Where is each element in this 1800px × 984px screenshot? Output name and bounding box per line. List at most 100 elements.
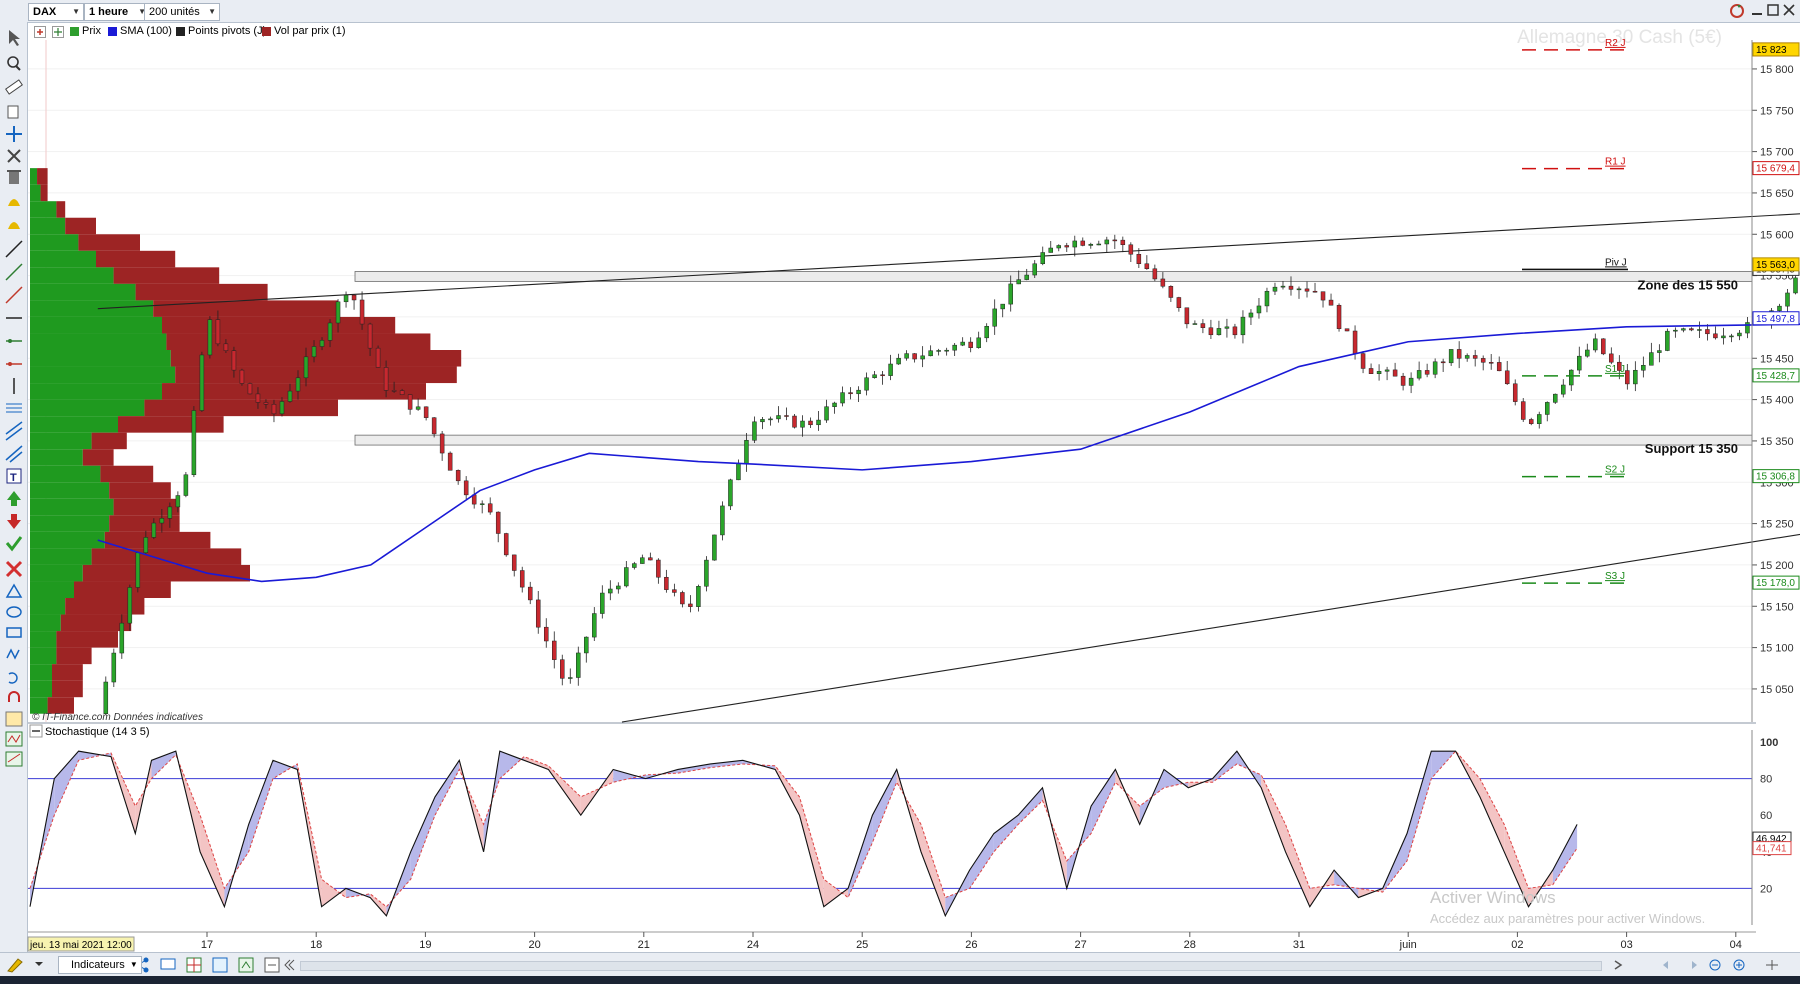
candle-up [928,350,933,357]
compare-icon[interactable] [212,957,228,973]
y-tick-label: 15 750 [1760,105,1794,117]
zone-label: Support 15 350 [1645,441,1738,456]
volume-bar-up [30,283,136,301]
candle-up [1008,283,1013,305]
x-tick-label: 31 [1293,939,1305,951]
volume-bar-down [52,680,83,698]
scroll-left-icon[interactable] [282,959,296,971]
candle-up [1577,355,1582,371]
candle-down [1472,355,1478,359]
candle-down [1713,333,1718,339]
candle-up [1633,369,1638,385]
fit-icon[interactable] [1764,958,1780,972]
candle-up [592,613,597,638]
redo-icon[interactable] [1684,958,1700,972]
volume-bar-up [30,383,162,400]
grid-icon[interactable] [186,957,202,973]
volume-bar-down [96,250,176,268]
candle-down [1344,328,1350,332]
chat-icon[interactable] [160,957,176,973]
candle-up [568,677,573,679]
candle-up [1248,312,1254,318]
indicators-button[interactable]: Indicateurs ▼ [58,956,142,974]
pivot-flag-value: 15 428,7 [1756,371,1795,382]
candle-down [664,576,669,590]
candle-down [407,394,413,410]
candle-up [1585,349,1590,357]
candle-down [375,347,381,368]
volume-bar-up [30,416,118,433]
candle-down [688,603,693,607]
candle-down [351,294,357,301]
candle-down [239,369,245,384]
candle-down [1064,245,1070,248]
volume-bar-up [30,581,74,598]
x-tick-label: 04 [1730,939,1742,951]
candle-down [784,415,789,417]
candle-down [391,390,397,392]
volume-bar-down [52,664,83,681]
zoom-out-icon[interactable] [1708,958,1724,972]
x-tick-label: 21 [638,939,650,951]
volume-bar-down [56,631,118,648]
candle-down [527,586,533,601]
candle-down [1176,297,1182,309]
candle-up [135,552,141,588]
chart-svg[interactable]: Allemagne 30 Cash (5€) Zone des 15 550Su… [0,0,1800,952]
candle-down [1480,358,1486,363]
stoch-tick-label: 20 [1760,883,1772,895]
pivot-label: S2 J [1605,465,1625,476]
chevron-down-icon[interactable] [34,959,44,969]
time-scrollbar[interactable] [300,961,1602,971]
pen-icon[interactable] [6,957,24,973]
volume-bar-down [78,234,140,251]
stoch-tick-label: 100 [1760,737,1778,749]
volume-bar-up [30,333,167,350]
volume-bar-down [40,184,48,202]
pivot-flag-value: 15 178,0 [1756,578,1795,589]
candle-up [1464,355,1470,359]
candle-up [151,522,157,538]
zoom-in-icon[interactable] [1732,958,1748,972]
candle-up [327,322,333,341]
windows-activate-title: Activer Windows [1430,888,1556,907]
candle-down [1336,304,1342,329]
volume-bar-up [30,548,92,565]
candle-up [816,419,821,426]
candle-up [479,503,485,506]
candle-up [600,592,605,614]
volume-bar-down [37,168,48,185]
settings-icon[interactable] [264,957,280,973]
price-flags: 15 82315 679,415 557,515 428,715 306,815… [1752,42,1800,590]
candle-up [1561,384,1566,395]
candle-up [832,402,837,407]
candle-up [616,585,621,590]
scroll-right-icon[interactable] [1612,958,1626,972]
candle-up [976,337,981,348]
candle-up [1272,286,1278,292]
candle-up [1016,279,1021,285]
candle-down [1160,278,1166,287]
candle-up [904,353,909,359]
candle-up [1256,305,1262,314]
candle-up [824,406,829,421]
volume-bar-up [30,300,154,317]
candle-up [1192,323,1198,325]
candle-down [1320,291,1326,301]
candle-up [744,440,749,464]
candle-down [1328,299,1334,306]
candle-down [1168,286,1174,298]
indicator-add-icon[interactable] [238,957,254,973]
y-tick-label: 15 600 [1760,229,1794,241]
candle-down [1128,244,1134,255]
undo-icon[interactable] [1660,958,1676,972]
candle-up [1280,285,1286,288]
indicators-label: Indicateurs [71,959,125,971]
pivot-label: Piv J [1605,257,1627,268]
candle-down [255,393,261,403]
candle-up [1040,252,1045,265]
volume-bar-up [30,184,41,202]
volume-bar-up [30,399,145,417]
candle-up [119,622,125,654]
candle-down [1440,361,1446,364]
